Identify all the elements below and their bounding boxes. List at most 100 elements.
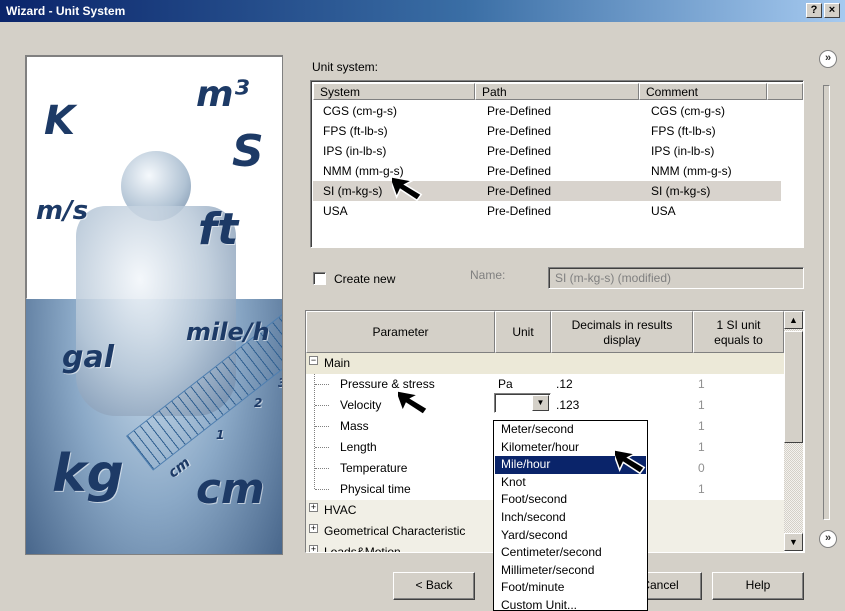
close-title-button[interactable]: ×	[824, 3, 840, 18]
group-label: HVAC	[324, 503, 357, 517]
system-comment: IPS (in-lb-s)	[651, 144, 715, 158]
title-bar: Wizard - Unit System ? ×	[0, 0, 845, 22]
collapse-icon[interactable]: −	[309, 356, 318, 365]
group-label: Main	[324, 356, 351, 370]
ruler-mark-1: 1	[216, 428, 225, 442]
name-field[interactable]: SI (m-kg-s) (modified)	[548, 267, 804, 289]
col-unit[interactable]: Unit	[495, 311, 551, 353]
param-name: Length	[340, 440, 377, 454]
system-path: Pre-Defined	[487, 164, 552, 178]
tree-dash	[315, 489, 329, 490]
col-comment[interactable]: Comment	[639, 83, 767, 100]
ruler-label-cm: cm	[165, 454, 194, 482]
option-millimeter-second[interactable]: Millimeter/second	[495, 562, 646, 580]
param-unit: Pa	[498, 377, 513, 391]
option-custom-unit[interactable]: Custom Unit...	[495, 597, 646, 610]
param-row-pressure[interactable]: Pressure & stress Pa .12 1	[306, 374, 784, 395]
system-name: SI (m-kg-s)	[323, 184, 383, 198]
param-name: Physical time	[340, 482, 411, 496]
back-label: < Back	[415, 578, 453, 592]
name-label: Name:	[470, 268, 506, 282]
option-foot-minute[interactable]: Foot/minute	[495, 579, 646, 597]
param-equals: 1	[698, 377, 705, 391]
group-label: Loads&Motion	[324, 545, 401, 553]
system-path: Pre-Defined	[487, 124, 552, 138]
group-main[interactable]: − Main	[306, 353, 784, 374]
option-meter-second[interactable]: Meter/second	[495, 421, 646, 439]
tree-dash	[315, 384, 329, 385]
param-decimals: .12	[556, 377, 573, 391]
help-button[interactable]: Help	[712, 572, 804, 600]
group-label: Geometrical Characteristic	[324, 524, 466, 538]
param-equals: 1	[698, 482, 705, 496]
option-centimeter-second[interactable]: Centimeter/second	[495, 544, 646, 562]
col-path[interactable]: Path	[475, 83, 639, 100]
param-decimals: .123	[556, 398, 580, 412]
scroll-up-icon[interactable]: ▲	[784, 311, 803, 329]
expand-icon[interactable]: +	[309, 503, 318, 512]
tree-dash	[315, 426, 329, 427]
col-parameter[interactable]: Parameter	[306, 311, 495, 353]
unit-word-k: K	[44, 98, 75, 144]
ruler-mark-3: 3	[278, 376, 282, 390]
scroll-thumb[interactable]	[784, 331, 803, 443]
unit-word-kg: kg	[52, 444, 124, 504]
expand-icon[interactable]: +	[309, 524, 318, 533]
col-system[interactable]: System	[313, 83, 475, 100]
window-title: Wizard - Unit System	[6, 4, 126, 18]
system-name: USA	[323, 204, 348, 218]
unit-row-ips[interactable]: IPS (in-lb-s) Pre-Defined IPS (in-lb-s)	[313, 141, 781, 161]
param-name: Mass	[340, 419, 369, 433]
tree-dash	[315, 447, 329, 448]
system-path: Pre-Defined	[487, 184, 552, 198]
expand-panel-icon[interactable]: »	[819, 530, 837, 548]
unit-row-fps[interactable]: FPS (ft-lb-s) Pre-Defined FPS (ft-lb-s)	[313, 121, 781, 141]
create-new-checkbox[interactable]	[313, 272, 326, 285]
unit-word-mileh: mile/h	[186, 318, 270, 346]
option-foot-second[interactable]: Foot/second	[495, 491, 646, 509]
system-path: Pre-Defined	[487, 104, 552, 118]
velocity-unit-combo[interactable]: ▼	[494, 393, 551, 413]
unit-word-cm: cm	[196, 464, 265, 513]
col-filler	[767, 83, 803, 100]
param-name: Temperature	[340, 461, 408, 475]
help-label: Help	[745, 578, 771, 592]
grid-scrollbar[interactable]: ▲ ▼	[784, 311, 803, 551]
unit-system-list[interactable]: System Path Comment CGS (cm-g-s) Pre-Def…	[310, 80, 804, 248]
help-title-button[interactable]: ?	[806, 3, 822, 18]
unit-word-ms: m/s	[36, 196, 89, 226]
unit-row-nmm[interactable]: NMM (mm-g-s) Pre-Defined NMM (mm-g-s)	[313, 161, 781, 181]
tree-dash	[315, 468, 329, 469]
unit-word-gal: gal	[62, 340, 115, 375]
system-comment: SI (m-kg-s)	[651, 184, 711, 198]
unit-system-header: System Path Comment	[313, 83, 803, 100]
unit-row-cgs[interactable]: CGS (cm-g-s) Pre-Defined CGS (cm-g-s)	[313, 101, 781, 121]
system-comment: FPS (ft-lb-s)	[651, 124, 716, 138]
col-si-equals[interactable]: 1 SI unit equals to	[693, 311, 784, 353]
param-equals: 0	[698, 461, 705, 475]
pointer-arrow-icon	[615, 448, 646, 475]
unit-illustration: K m³ S m/s ft mile/h gal kg cm cm 1 2 3	[25, 55, 283, 555]
unit-row-si[interactable]: SI (m-kg-s) Pre-Defined SI (m-kg-s)	[313, 181, 781, 201]
back-button[interactable]: < Back	[393, 572, 475, 600]
system-path: Pre-Defined	[487, 144, 552, 158]
pointer-arrow-icon	[392, 175, 423, 202]
tree-dash	[315, 405, 329, 406]
param-equals: 1	[698, 419, 705, 433]
col-decimals[interactable]: Decimals in results display	[551, 311, 693, 353]
unit-row-usa[interactable]: USA Pre-Defined USA	[313, 201, 781, 221]
param-equals: 1	[698, 440, 705, 454]
scroll-down-icon[interactable]: ▼	[784, 533, 803, 551]
dropdown-arrow-icon[interactable]: ▼	[532, 395, 549, 411]
create-new-label: Create new	[334, 272, 396, 286]
system-name: CGS (cm-g-s)	[323, 104, 397, 118]
expand-icon[interactable]: +	[309, 545, 318, 552]
unit-word-s: S	[232, 126, 264, 177]
unit-system-label: Unit system:	[312, 60, 379, 74]
system-name: FPS (ft-lb-s)	[323, 124, 388, 138]
system-comment: CGS (cm-g-s)	[651, 104, 725, 118]
option-inch-second[interactable]: Inch/second	[495, 509, 646, 527]
system-comment: USA	[651, 204, 676, 218]
option-yard-second[interactable]: Yard/second	[495, 527, 646, 545]
collapse-panel-icon[interactable]: »	[819, 50, 837, 68]
